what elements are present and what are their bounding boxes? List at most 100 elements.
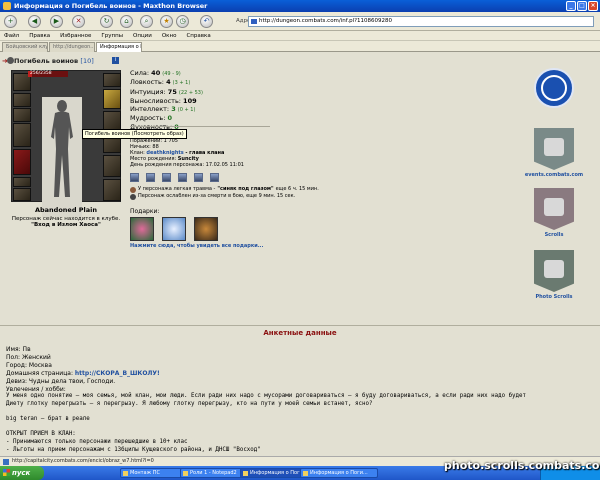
info-icon[interactable]: i [112, 57, 119, 64]
window-titlebar: Информация о Погибель воинов - Maxthon B… [0, 0, 600, 12]
place-text: "Вход в Излом Хаоса" [31, 222, 101, 228]
homepage-link[interactable]: http://СКОРА_В_ШКОЛУ! [75, 370, 160, 377]
amulet-slot[interactable] [13, 108, 31, 122]
menu-favorites[interactable]: Избранное [60, 31, 91, 40]
tab-dungeon[interactable]: http://dungeon... [49, 42, 95, 52]
profile-rule2: - Льготы на прием персонажам с 13бцилы К… [6, 446, 261, 453]
browser-toolbar: + ◀ ▶ ✕ ↻ ⌂ ⌕ ★ ◷ ↶ Адрес http://dungeon… [0, 12, 600, 31]
folder-icon [123, 471, 128, 476]
profile-about-line2: Диету глотку перегрызть – я перегрызу. Я… [6, 401, 373, 408]
belt-slot[interactable] [13, 177, 31, 187]
tab-info[interactable]: Информация о П [96, 42, 142, 52]
effect-4-icon[interactable] [178, 173, 187, 182]
menu-options[interactable]: Опции [133, 31, 152, 40]
minimize-button[interactable]: _ [566, 1, 576, 11]
effect-3-icon[interactable] [162, 173, 171, 182]
all-gifts-link[interactable]: Нажмите сюда, чтобы увидеть все подарки.… [130, 243, 263, 249]
character-location: Abandoned Plain Персонаж сейчас находитс… [11, 206, 121, 228]
home-icon[interactable]: ⌂ [120, 15, 133, 28]
undo-icon[interactable]: ↶ [200, 15, 213, 28]
character-info: Поражений: 1 705 Ничьих: 88 Клан: deathk… [130, 138, 244, 168]
bracer-slot[interactable] [103, 73, 121, 87]
earrings-slot[interactable] [13, 93, 31, 107]
weakness-row: Персонаж ослаблен из-за смерти в бою, ещ… [130, 193, 319, 200]
forward-icon[interactable]: ▶ [50, 15, 63, 28]
stat-strength: Сила: 40 (49 - 9) [130, 69, 181, 77]
stat-intuition: Интуиция: 75 (22 + 53) [130, 87, 203, 96]
history-icon[interactable]: ◷ [176, 15, 189, 28]
effect-5-icon[interactable] [194, 173, 203, 182]
profile-divider [0, 325, 600, 326]
effect-1-icon[interactable] [130, 173, 139, 182]
watermark: photo.scrolls.combats.com [444, 459, 600, 472]
tab-combats[interactable]: Бойцовский клуб [2, 42, 48, 52]
window-controls: _ □ × [566, 1, 598, 11]
search-icon[interactable]: ⌕ [140, 15, 153, 28]
photo-scrolls-banner-icon [534, 250, 574, 292]
status-page-icon [3, 459, 9, 465]
tab-strip: Бойцовский клуб http://dungeon... Информ… [0, 41, 600, 52]
profile-gender: Пол: Женский [6, 353, 51, 361]
scrolls-label[interactable]: Scrolls [524, 232, 584, 238]
new-tab-icon[interactable]: + [4, 15, 17, 28]
menu-groups[interactable]: Группы [101, 31, 123, 40]
menu-edit[interactable]: Правка [29, 31, 50, 40]
character-level: [10] [80, 57, 94, 65]
clan-logo[interactable] [534, 68, 574, 108]
boots-slot[interactable] [103, 179, 121, 201]
menu-file[interactable]: Файл [4, 31, 19, 40]
profile-motto: Девиз: Чудны дела твои, Господи. [6, 377, 116, 385]
hp-value: 256/2358 [30, 71, 52, 76]
clan-emblem-icon [541, 75, 567, 101]
armor-slot[interactable] [13, 149, 31, 175]
profile-rule1: - Принимаются только персонажи перешедши… [6, 439, 188, 446]
stop-icon[interactable]: ✕ [72, 15, 85, 28]
stat-endurance: Выносливость: 109 [130, 96, 197, 105]
photo-scrolls-label[interactable]: Photo Scrolls [524, 294, 584, 300]
gloves-slot[interactable] [103, 111, 121, 131]
close-button[interactable]: × [588, 1, 598, 11]
character-figure[interactable] [42, 97, 82, 217]
gifts-title: Подарки: [130, 208, 160, 215]
events-banner[interactable]: events.combats.com [525, 128, 583, 178]
notepad-icon [183, 471, 188, 476]
shield-slot[interactable] [103, 89, 121, 109]
gift-flowers-icon[interactable] [130, 217, 154, 241]
menu-window[interactable]: Окно [162, 31, 177, 40]
clan-small-icon [7, 57, 14, 64]
character-name: Погибель воинов [10] [14, 57, 94, 65]
events-label[interactable]: events.combats.com [524, 172, 584, 178]
menu-help[interactable]: Справка [186, 31, 210, 40]
scrolls-banner[interactable]: Scrolls [534, 188, 574, 238]
effect-2-icon[interactable] [146, 173, 155, 182]
gift-crystal-icon[interactable] [162, 217, 186, 241]
leggings-slot[interactable] [103, 155, 121, 177]
photo-scrolls-banner[interactable]: Photo Scrolls [534, 250, 574, 300]
stats-list: Сила: 40 (49 - 9) Ловкость: 4 (3 + 1) Ин… [130, 69, 203, 131]
trauma-icon [130, 186, 136, 193]
scrolls-banner-icon [534, 188, 574, 230]
body-silhouette [51, 100, 73, 197]
address-bar[interactable]: http://dungeon.combats.com/inf.pl?110860… [248, 16, 594, 27]
page-content: ➜ Погибель воинов [10] i 256/2358 Погибе… [0, 52, 600, 456]
maximize-button[interactable]: □ [577, 1, 587, 11]
stats-divider [130, 126, 270, 127]
gift-box-icon[interactable] [194, 217, 218, 241]
profile-details: Имя: Пв Пол: Женский Город: Москва Домаш… [6, 346, 586, 455]
profile-homepage: Домашняя страница: http://СКОРА_В_ШКОЛУ! [6, 369, 160, 377]
pants-slot[interactable] [13, 188, 31, 201]
menu-bar: Файл Правка Избранное Группы Опции Окно … [0, 31, 600, 41]
page-favicon [251, 19, 257, 24]
effect-6-icon[interactable] [210, 173, 219, 182]
start-button[interactable]: пуск [0, 466, 44, 480]
back-icon[interactable]: ◀ [28, 15, 41, 28]
weapon-slot[interactable] [13, 123, 31, 147]
profile-title: Анкетные данные [263, 329, 337, 337]
effects-row [130, 173, 219, 182]
refresh-icon[interactable]: ↻ [100, 15, 113, 28]
window-title: Информация о Погибель воинов - Maxthon B… [14, 2, 208, 10]
address-url: http://dungeon.combats.com/inf.pl?110860… [259, 18, 392, 24]
task-info-2[interactable]: Информация о Поги... [300, 468, 378, 478]
browser-task-icon-2 [303, 471, 308, 476]
favorites-icon[interactable]: ★ [160, 15, 173, 28]
